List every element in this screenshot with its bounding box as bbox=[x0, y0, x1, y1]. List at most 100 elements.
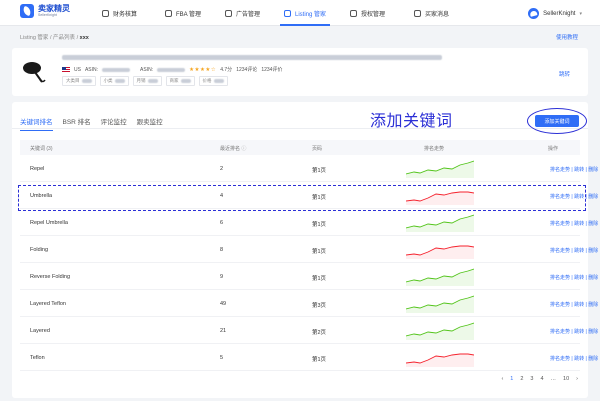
pagination: ‹ 1 2 3 4 … 10 › bbox=[501, 376, 578, 382]
nav-auth[interactable]: 授权管理 bbox=[350, 0, 385, 26]
jump-link[interactable]: 跳转 bbox=[574, 302, 584, 308]
breadcrumb-listing[interactable]: Listing 管家 bbox=[20, 35, 48, 41]
trend-link[interactable]: 排名走势 bbox=[550, 356, 570, 362]
annotation-label: 添加关键词 bbox=[370, 111, 453, 130]
asin-value-blurred bbox=[102, 67, 131, 72]
rank-cell: 21 bbox=[220, 328, 227, 334]
delete-link[interactable]: 删除 bbox=[588, 302, 598, 308]
rank-cell: 2 bbox=[220, 166, 224, 172]
chevron-down-icon: ▾ bbox=[579, 10, 582, 17]
rank-trend-sparkline bbox=[406, 353, 474, 367]
tutorial-link[interactable]: 使用教程 bbox=[556, 33, 578, 41]
product-card: US ASIN: ASIN: ★★★★☆ 4.7分 1234评论 1234评价 … bbox=[12, 48, 588, 96]
rating-stars: ★★★★☆ bbox=[189, 66, 217, 73]
nav-listing[interactable]: Listing 管家 bbox=[279, 0, 331, 26]
trend-link[interactable]: 排名走势 bbox=[550, 275, 570, 281]
breadcrumb-products[interactable]: 产品列表 bbox=[53, 35, 75, 41]
delete-link[interactable]: 删除 bbox=[588, 194, 598, 200]
trend-link[interactable]: 排名走势 bbox=[550, 329, 570, 335]
page-prev[interactable]: ‹ bbox=[501, 376, 503, 382]
nav-ads[interactable]: 广告管理 bbox=[225, 0, 260, 26]
page-3[interactable]: 3 bbox=[530, 376, 533, 382]
nav-fba[interactable]: FBA 管理 bbox=[165, 0, 201, 26]
page-cell: 第1页 bbox=[312, 357, 327, 363]
page-ellipsis: … bbox=[550, 376, 557, 382]
breadcrumb: Listing 管家 / 产品列表 / xxx bbox=[20, 35, 89, 41]
delete-link[interactable]: 删除 bbox=[588, 356, 598, 362]
trend-link[interactable]: 排名走势 bbox=[550, 221, 570, 227]
page-10[interactable]: 10 bbox=[563, 376, 569, 382]
tab-keyword-rank[interactable]: 关键词排名 bbox=[20, 116, 53, 131]
us-flag-icon bbox=[62, 67, 70, 72]
row-actions: 排名走势 | 跳转 | 删除 bbox=[550, 221, 599, 227]
page-next[interactable]: › bbox=[576, 376, 578, 382]
top-nav-bar: 卖家精灵 SellerKnight 财务核算 FBA 管理 广告管理 Listi… bbox=[0, 0, 600, 26]
market-code: US bbox=[74, 66, 81, 73]
row-actions: 排名走势 | 跳转 | 删除 bbox=[550, 356, 599, 362]
product-jump-link[interactable]: 跳转 bbox=[559, 70, 570, 78]
page-4[interactable]: 4 bbox=[540, 376, 543, 382]
tab-hijack-monitor[interactable]: 跟卖监控 bbox=[137, 116, 163, 126]
finance-icon bbox=[102, 9, 109, 17]
tag-price: 价格 bbox=[198, 76, 228, 86]
rank-cell: 5 bbox=[220, 355, 224, 361]
jump-link[interactable]: 跳转 bbox=[574, 248, 584, 254]
jump-link[interactable]: 跳转 bbox=[574, 167, 584, 173]
page-cell: 第2页 bbox=[312, 330, 327, 336]
logo-icon bbox=[20, 4, 34, 18]
product-meta: US ASIN: ASIN: ★★★★☆ 4.7分 1234评论 1234评价 bbox=[62, 66, 282, 73]
rank-trend-sparkline bbox=[406, 268, 474, 286]
delete-link[interactable]: 删除 bbox=[588, 167, 598, 173]
nav-messages[interactable]: 买家消息 bbox=[414, 0, 449, 26]
listing-icon bbox=[284, 9, 291, 17]
review-count: 1234评论 bbox=[236, 67, 258, 73]
nav-finance[interactable]: 财务核算 bbox=[102, 0, 137, 26]
tab-review-monitor[interactable]: 评论监控 bbox=[101, 116, 127, 126]
jump-link[interactable]: 跳转 bbox=[574, 356, 584, 362]
breadcrumb-current: xxx bbox=[79, 35, 89, 41]
trend-link[interactable]: 排名走势 bbox=[550, 302, 570, 308]
ads-icon bbox=[225, 9, 232, 17]
jump-link[interactable]: 跳转 bbox=[574, 329, 584, 335]
row-actions: 排名走势 | 跳转 | 删除 bbox=[550, 329, 599, 335]
avatar bbox=[528, 8, 540, 19]
page-2[interactable]: 2 bbox=[520, 376, 523, 382]
keyword-cell: Repel Umbrella bbox=[30, 220, 68, 226]
user-menu[interactable]: SellerKnight ▾ bbox=[528, 8, 582, 19]
trend-link[interactable]: 排名走势 bbox=[550, 167, 570, 173]
tab-divider bbox=[12, 128, 588, 129]
rank-cell: 8 bbox=[220, 247, 224, 253]
jump-link[interactable]: 跳转 bbox=[574, 221, 584, 227]
tag-category: 大类目 bbox=[62, 76, 96, 86]
product-image bbox=[23, 62, 46, 83]
tab-bsr-rank[interactable]: BSR 排名 bbox=[63, 116, 91, 126]
rank-trend-sparkline bbox=[406, 245, 474, 259]
brand-logo[interactable]: 卖家精灵 SellerKnight bbox=[20, 4, 70, 18]
message-icon bbox=[414, 9, 421, 17]
page-cell: 第3页 bbox=[312, 303, 327, 309]
info-icon: ⓘ bbox=[241, 146, 247, 152]
table-row: Reverse Folding 9 第1页 排名走势 | 跳转 | 删除 bbox=[20, 263, 598, 290]
delete-link[interactable]: 删除 bbox=[588, 329, 598, 335]
row-actions: 排名走势 | 跳转 | 删除 bbox=[550, 248, 599, 254]
table-row: Teflon 5 第1页 排名走势 | 跳转 | 删除 bbox=[20, 344, 598, 371]
rank-cell: 49 bbox=[220, 301, 227, 307]
table-row: Folding 8 第1页 排名走势 | 跳转 | 删除 bbox=[20, 236, 598, 263]
row-actions: 排名走势 | 跳转 | 删除 bbox=[550, 275, 599, 281]
table-row: Layered Teflon 49 第3页 排名走势 | 跳转 | 删除 bbox=[20, 290, 598, 317]
page-1[interactable]: 1 bbox=[510, 376, 513, 382]
auth-icon bbox=[350, 9, 357, 17]
delete-link[interactable]: 删除 bbox=[588, 221, 598, 227]
jump-link[interactable]: 跳转 bbox=[574, 275, 584, 281]
trend-link[interactable]: 排名走势 bbox=[550, 248, 570, 254]
rank-cell: 6 bbox=[220, 220, 224, 226]
table-row: Repel Umbrella 6 第1页 排名走势 | 跳转 | 删除 bbox=[20, 209, 598, 236]
row-actions: 排名走势 | 跳转 | 删除 bbox=[550, 167, 599, 173]
tag-subcategory: 小类 bbox=[99, 76, 129, 86]
rank-trend-sparkline bbox=[406, 160, 474, 178]
keyword-cell: Reverse Folding bbox=[30, 274, 71, 280]
page-cell: 第1页 bbox=[312, 249, 327, 255]
header-rank: 最近排名 ⓘ bbox=[220, 146, 247, 152]
delete-link[interactable]: 删除 bbox=[588, 248, 598, 254]
delete-link[interactable]: 删除 bbox=[588, 275, 598, 281]
